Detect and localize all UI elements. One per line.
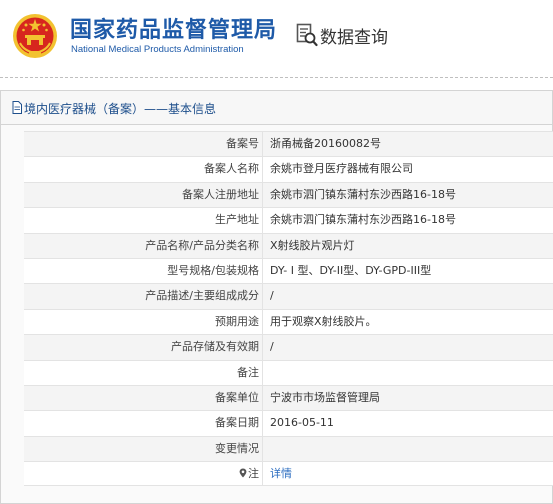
record-table: 备案号 浙甬械备20160082号 备案人名称 余姚市登月医疗器械有限公司 备案… bbox=[24, 131, 553, 487]
table-row: 备案日期 2016-05-11 bbox=[24, 410, 553, 436]
site-header: 国家药品监督管理局 National Medical Products Admi… bbox=[0, 0, 553, 76]
table-row: 备案人注册地址 余姚市泗门镇东蒲村东沙西路16-18号 bbox=[24, 181, 553, 208]
panel-title: 境内医疗器械（备案）——基本信息 bbox=[24, 102, 217, 116]
table-row: 预期用途 用于观察X射线胶片。 bbox=[24, 308, 553, 335]
row-value: 2016-05-11 bbox=[270, 416, 334, 430]
row-label: 产品存储及有效期 bbox=[24, 335, 263, 360]
table-row: 备注 bbox=[24, 359, 553, 385]
row-value: / bbox=[270, 289, 274, 303]
row-value: 余姚市泗门镇东蒲村东沙西路16-18号 bbox=[270, 187, 456, 201]
row-label: 生产地址 bbox=[24, 208, 263, 233]
row-label: 产品描述/主要组成成分 bbox=[24, 284, 263, 309]
row-label: 预期用途 bbox=[24, 309, 263, 335]
row-label: 产品名称/产品分类名称 bbox=[24, 233, 263, 258]
row-label: 备案号 bbox=[24, 132, 263, 157]
row-label: 备案人注册地址 bbox=[24, 182, 263, 208]
table-row: 备案号 浙甬械备20160082号 bbox=[24, 131, 553, 157]
row-value: DY- I 型、DY-II型、DY-GPD-III型 bbox=[270, 263, 432, 277]
row-label: 备案日期 bbox=[24, 411, 263, 436]
row-value: 详情 bbox=[270, 462, 292, 485]
table-row: 注 详情 bbox=[24, 461, 553, 487]
table-row: 产品名称/产品分类名称 X射线胶片观片灯 bbox=[24, 232, 553, 258]
table-row: 型号规格/包装规格 DY- I 型、DY-II型、DY-GPD-III型 bbox=[24, 257, 553, 284]
data-query-link[interactable]: 数据查询 bbox=[320, 23, 388, 48]
table-row: 备案单位 宁波市市场监督管理局 bbox=[24, 384, 553, 411]
row-label: 备案单位 bbox=[24, 385, 263, 411]
document-search-icon[interactable] bbox=[296, 23, 318, 47]
details-link[interactable]: 详情 bbox=[270, 467, 292, 480]
table-row: 产品描述/主要组成成分 / bbox=[24, 283, 553, 309]
row-value: 用于观察X射线胶片。 bbox=[270, 314, 377, 328]
table-row: 备案人名称 余姚市登月医疗器械有限公司 bbox=[24, 156, 553, 182]
table-row: 变更情况 bbox=[24, 435, 553, 462]
row-value: 余姚市登月医疗器械有限公司 bbox=[270, 162, 413, 176]
org-name-en: National Medical Products Administration bbox=[71, 44, 244, 55]
row-value: 宁波市市场监督管理局 bbox=[270, 390, 380, 404]
table-row: 产品存储及有效期 / bbox=[24, 334, 553, 360]
row-label: 备案人名称 bbox=[24, 157, 263, 182]
location-pin-icon bbox=[239, 468, 247, 478]
header-divider bbox=[0, 77, 553, 78]
row-value: 余姚市泗门镇东蒲村东沙西路16-18号 bbox=[270, 213, 456, 227]
row-value: X射线胶片观片灯 bbox=[270, 238, 355, 252]
national-emblem-icon bbox=[13, 14, 57, 58]
row-label-note: 注 bbox=[24, 462, 263, 486]
document-icon bbox=[12, 101, 22, 114]
org-name-cn: 国家药品监督管理局 bbox=[70, 18, 278, 43]
note-label: 注 bbox=[248, 467, 259, 481]
table-row: 生产地址 余姚市泗门镇东蒲村东沙西路16-18号 bbox=[24, 207, 553, 233]
row-label: 型号规格/包装规格 bbox=[24, 258, 263, 284]
row-value: / bbox=[270, 340, 274, 354]
row-label: 变更情况 bbox=[24, 436, 263, 462]
row-value: 浙甬械备20160082号 bbox=[270, 137, 381, 150]
row-label: 备注 bbox=[24, 360, 263, 385]
panel-title-bar: 境内医疗器械（备案）——基本信息 bbox=[1, 91, 552, 125]
